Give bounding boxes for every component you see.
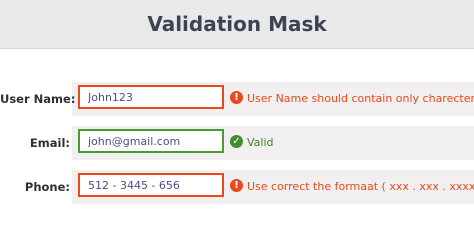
phone-error-text: Use correct the formaat ( xxx . xxx . xx…	[247, 180, 474, 193]
email-input[interactable]	[78, 129, 224, 153]
phone-label: Phone:	[24, 180, 70, 194]
email-label: Email:	[29, 136, 70, 150]
phone-row: Phone: ! Use correct the formaat ( xxx .…	[0, 170, 474, 204]
username-error-text: User Name should contain only charecters	[247, 92, 474, 105]
username-input[interactable]	[78, 85, 224, 109]
email-valid-text: Valid	[247, 136, 274, 149]
page-title: Validation Mask	[147, 12, 327, 36]
exclamation-icon: !	[230, 91, 243, 104]
username-row: User Name: ! User Name should contain on…	[0, 82, 474, 116]
email-row: Email: ✓ Valid	[0, 126, 474, 160]
check-icon: ✓	[230, 135, 243, 148]
username-label: User Name:	[0, 92, 76, 106]
validation-mask-panel: Validation Mask User Name: ! User Name s…	[0, 0, 474, 237]
exclamation-icon: !	[230, 179, 243, 192]
phone-input[interactable]	[78, 173, 224, 197]
header-bar: Validation Mask	[0, 0, 474, 49]
